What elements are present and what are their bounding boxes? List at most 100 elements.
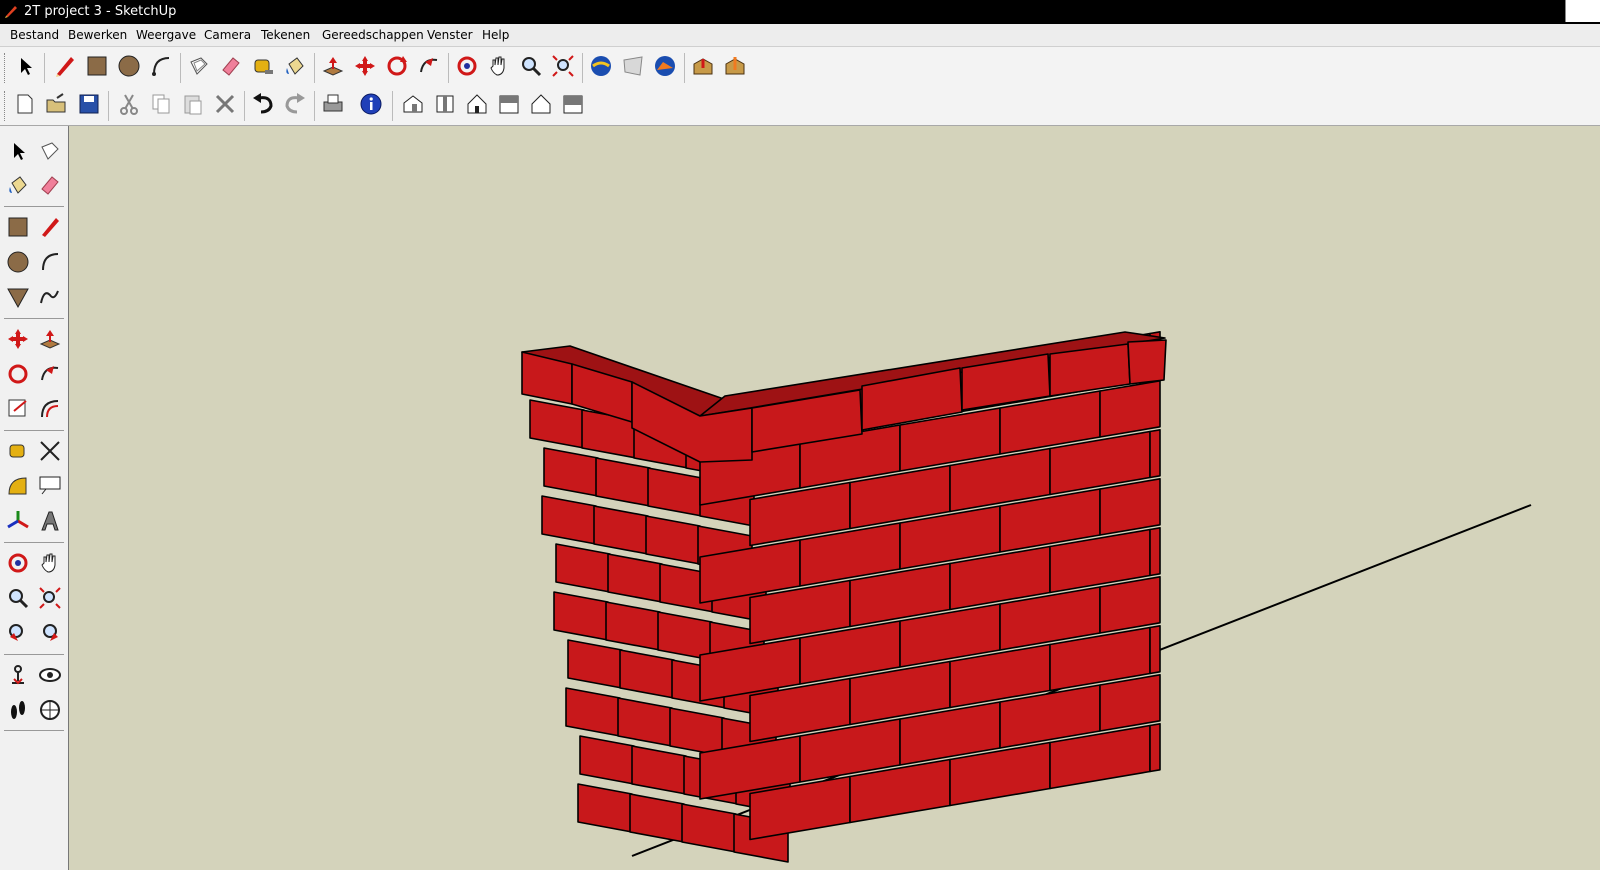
push-pull-icon[interactable] bbox=[35, 324, 65, 354]
toolbar-grip[interactable] bbox=[4, 91, 7, 121]
menu-help[interactable]: Help bbox=[482, 28, 509, 42]
brick[interactable] bbox=[645, 515, 701, 565]
left-view-icon[interactable] bbox=[558, 89, 588, 119]
make-component-icon[interactable] bbox=[184, 51, 214, 81]
brick[interactable] bbox=[1099, 575, 1161, 634]
protractor-icon[interactable] bbox=[3, 471, 33, 501]
line-icon[interactable] bbox=[35, 212, 65, 242]
top-view-icon[interactable] bbox=[430, 89, 460, 119]
menu-tekenen[interactable]: Tekenen bbox=[261, 28, 310, 42]
brick[interactable] bbox=[1149, 526, 1161, 577]
right-view-icon[interactable] bbox=[494, 89, 524, 119]
pencil-icon[interactable] bbox=[50, 51, 80, 81]
zoom-window-icon[interactable] bbox=[35, 583, 65, 613]
menu-gereedschappen[interactable]: Gereedschappen bbox=[322, 28, 424, 42]
brick[interactable] bbox=[1099, 380, 1161, 438]
brick[interactable] bbox=[605, 601, 661, 651]
menu-bestand[interactable]: Bestand bbox=[10, 28, 59, 42]
previous-view-icon[interactable] bbox=[3, 618, 33, 648]
pan-icon[interactable] bbox=[35, 548, 65, 578]
delete-icon[interactable] bbox=[210, 89, 240, 119]
position-camera-icon[interactable] bbox=[3, 660, 33, 690]
model-info-icon[interactable] bbox=[356, 89, 386, 119]
tape-measure-icon[interactable] bbox=[248, 51, 278, 81]
arc-icon[interactable] bbox=[35, 247, 65, 277]
brick[interactable] bbox=[657, 611, 713, 661]
rectangle-icon[interactable] bbox=[82, 51, 112, 81]
menu-venster[interactable]: Venster bbox=[427, 28, 473, 42]
get-current-view-icon[interactable] bbox=[618, 51, 648, 81]
menu-camera[interactable]: Camera bbox=[204, 28, 251, 42]
window-close-button[interactable] bbox=[1565, 0, 1600, 22]
zoom-icon[interactable] bbox=[3, 583, 33, 613]
text-icon[interactable] bbox=[35, 471, 65, 501]
share-model-icon[interactable] bbox=[720, 51, 750, 81]
follow-me-icon[interactable] bbox=[35, 359, 65, 389]
brick[interactable] bbox=[1149, 722, 1161, 773]
eraser-icon[interactable] bbox=[35, 170, 65, 200]
google-earth-icon[interactable] bbox=[586, 51, 616, 81]
brick[interactable] bbox=[1149, 428, 1161, 479]
brick[interactable] bbox=[565, 687, 621, 737]
back-view-icon[interactable] bbox=[526, 89, 556, 119]
walk-icon[interactable] bbox=[3, 695, 33, 725]
orbit-icon[interactable] bbox=[452, 51, 482, 81]
iso-view-icon[interactable] bbox=[398, 89, 428, 119]
new-icon[interactable] bbox=[10, 89, 40, 119]
push-pull-icon[interactable] bbox=[318, 51, 348, 81]
offset-icon[interactable] bbox=[35, 394, 65, 424]
section-plane-icon[interactable] bbox=[35, 695, 65, 725]
brick[interactable] bbox=[1099, 477, 1161, 536]
brick[interactable] bbox=[541, 495, 597, 545]
brick[interactable] bbox=[579, 735, 635, 785]
brick[interactable] bbox=[607, 553, 663, 603]
front-view-icon[interactable] bbox=[462, 89, 492, 119]
save-icon[interactable] bbox=[74, 89, 104, 119]
brick[interactable] bbox=[669, 707, 725, 757]
brick[interactable] bbox=[593, 505, 649, 555]
move-icon[interactable] bbox=[3, 324, 33, 354]
open-icon[interactable] bbox=[42, 89, 72, 119]
tape-measure-icon[interactable] bbox=[3, 436, 33, 466]
toggle-terrain-icon[interactable] bbox=[650, 51, 680, 81]
redo-icon[interactable] bbox=[280, 89, 310, 119]
pan-icon[interactable] bbox=[484, 51, 514, 81]
paint-bucket-icon[interactable] bbox=[280, 51, 310, 81]
brick[interactable] bbox=[553, 591, 609, 641]
axes-icon[interactable] bbox=[3, 506, 33, 536]
zoom-icon[interactable] bbox=[516, 51, 546, 81]
arc-icon[interactable] bbox=[146, 51, 176, 81]
model-scene[interactable] bbox=[69, 126, 1600, 870]
select-icon[interactable] bbox=[10, 51, 40, 81]
brick[interactable] bbox=[543, 447, 599, 497]
brick[interactable] bbox=[617, 697, 673, 747]
undo-icon[interactable] bbox=[248, 89, 278, 119]
get-models-icon[interactable] bbox=[688, 51, 718, 81]
zoom-extents-icon[interactable] bbox=[548, 51, 578, 81]
print-icon[interactable] bbox=[318, 89, 348, 119]
circle-icon[interactable] bbox=[114, 51, 144, 81]
make-component-icon[interactable] bbox=[35, 136, 65, 166]
polygon-icon[interactable] bbox=[3, 282, 33, 312]
brick[interactable] bbox=[629, 793, 685, 843]
rotate-icon[interactable] bbox=[3, 359, 33, 389]
3d-text-icon[interactable] bbox=[35, 506, 65, 536]
circle-icon[interactable] bbox=[3, 247, 33, 277]
brick[interactable] bbox=[1149, 624, 1161, 675]
brick[interactable] bbox=[619, 649, 675, 699]
follow-me-icon[interactable] bbox=[414, 51, 444, 81]
scale-icon[interactable] bbox=[3, 394, 33, 424]
move-icon[interactable] bbox=[350, 51, 380, 81]
brick[interactable] bbox=[529, 399, 585, 449]
menu-bewerken[interactable]: Bewerken bbox=[68, 28, 127, 42]
copy-icon[interactable] bbox=[146, 89, 176, 119]
rotate-icon[interactable] bbox=[382, 51, 412, 81]
drawing-area[interactable] bbox=[69, 126, 1600, 870]
toolbar-grip[interactable] bbox=[4, 53, 7, 83]
brick[interactable] bbox=[555, 543, 611, 593]
next-view-icon[interactable] bbox=[35, 618, 65, 648]
dimension-icon[interactable] bbox=[35, 436, 65, 466]
orbit-icon[interactable] bbox=[3, 548, 33, 578]
look-around-icon[interactable] bbox=[35, 660, 65, 690]
brick[interactable] bbox=[647, 467, 703, 517]
